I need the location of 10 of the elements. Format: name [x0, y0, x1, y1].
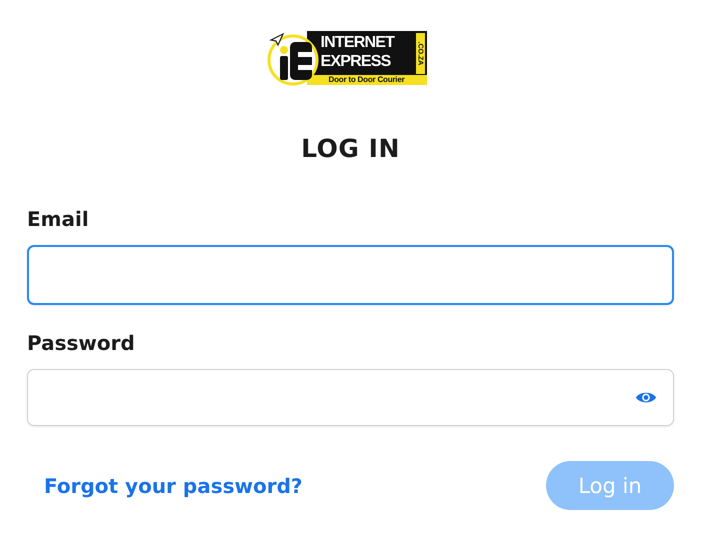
- field-label: Email: [27, 207, 90, 231]
- eye-icon[interactable]: [635, 390, 657, 405]
- input-field[interactable]: [27, 245, 674, 305]
- logo-tagline: Door to Door Courier: [306, 75, 426, 85]
- forgot-password-link[interactable]: Forgot your password?: [44, 474, 302, 498]
- logo-text: INTERNET: [320, 33, 394, 52]
- page-title: LOG IN: [300, 134, 401, 164]
- field-label: Password: [27, 331, 136, 355]
- logo-text: EXPRESS: [320, 52, 392, 71]
- input-field[interactable]: [27, 369, 674, 426]
